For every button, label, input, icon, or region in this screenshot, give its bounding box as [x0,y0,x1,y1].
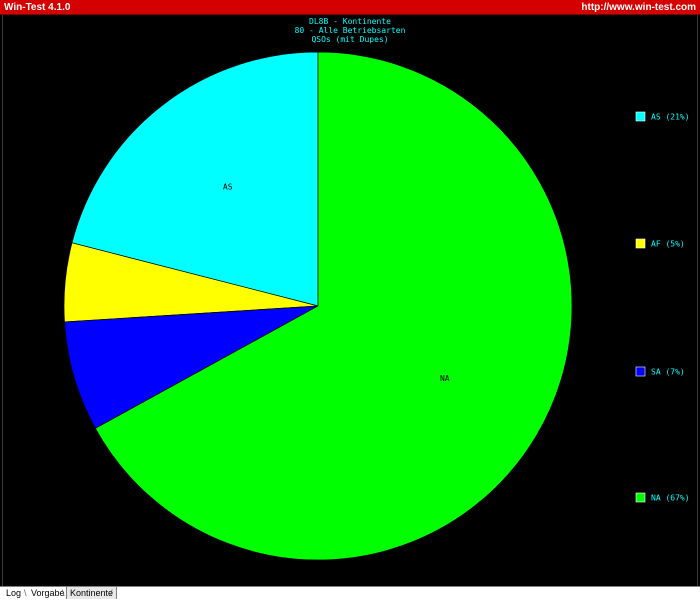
app-title: Win-Test 4.1.0 [4,2,71,13]
chart-title-line: DL8B - Kontinente [309,17,391,26]
tab-log[interactable]: Log [3,587,24,599]
tab-separator: / [110,588,113,598]
legend-swatch-na [635,492,646,503]
pie-slices [63,51,573,561]
chart-panel: DL8B - Kontinente 80 - Alle Betriebsarten… [2,15,698,586]
title-bar: Win-Test 4.1.0 http://www.win-test.com [0,0,700,15]
slice-label-na: NA [440,374,450,383]
slice-label-as: AS [223,183,233,192]
legend-swatch-as [635,111,646,122]
chart-title-line: QSOs (mit Dupes) [311,35,388,44]
chart-title-line: 80 - Alle Betriebsarten [295,26,406,35]
app-url: http://www.win-test.com [581,2,696,13]
tab-separator: \ [24,588,27,598]
legend: AS (21%) AF (5%) SA (7%) NA (67%) [635,111,690,503]
legend-label-sa: SA (7%) [651,368,685,377]
app-window: Win-Test 4.1.0 http://www.win-test.com D… [0,0,700,600]
legend-label-na: NA (67%) [651,494,690,503]
legend-swatch-af [635,238,646,249]
legend-label-af: AF (5%) [651,240,685,249]
chart-title: DL8B - Kontinente80 - Alle Betriebsarten… [295,17,406,44]
legend-swatch-sa [635,366,646,377]
sheet-tabs: Log \ Vorgabe \ Kontinente / [0,586,700,600]
legend-label-as: AS (21%) [651,113,690,122]
pie-chart: DL8B - Kontinente80 - Alle Betriebsarten… [63,17,690,561]
tab-separator: \ [62,588,65,598]
